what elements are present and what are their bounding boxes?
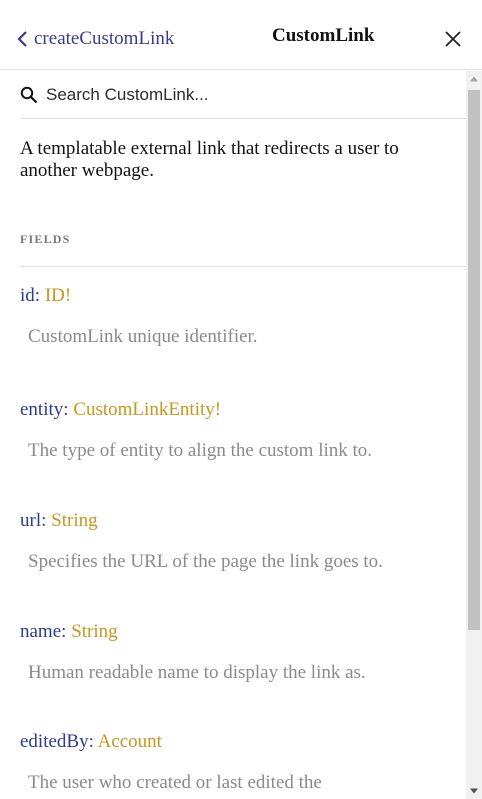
field-type-link[interactable]: CustomLinkEntity [73,399,214,420]
scroll-up-button[interactable] [466,71,482,87]
field-item: url: String Specifies the URL of the pag… [20,510,460,573]
scrollbar-thumb[interactable] [468,90,480,630]
non-null-marker: ! [214,399,222,420]
field-name[interactable]: url [20,510,41,531]
arrow-up-icon [470,76,478,82]
field-signature: editedBy: Account [20,731,162,752]
search-icon [20,86,38,103]
field-type-link[interactable]: String [51,510,97,531]
field-signature: id: ID! [20,285,72,306]
field-type-link[interactable]: Account [98,731,162,752]
search-bar [20,71,466,119]
page-title: CustomLink [272,25,375,46]
field-name[interactable]: name [20,621,61,642]
field-name[interactable]: entity [20,399,63,420]
doc-explorer-header: createCustomLink CustomLink [0,0,482,70]
field-signature: name: String [20,621,118,642]
field-type-link[interactable]: String [71,621,117,642]
field-item: editedBy: Account The user who created o… [20,731,460,794]
scroll-down-button[interactable] [466,783,482,799]
arrow-down-icon [470,788,478,794]
divider [20,266,466,267]
field-signature: entity: CustomLinkEntity! [20,399,222,420]
field-name[interactable]: id [20,285,35,306]
field-description: The user who created or last edited the [28,772,322,793]
field-description: CustomLink unique identifier. [28,326,258,347]
field-type-link[interactable]: ID [45,285,65,306]
back-button[interactable]: createCustomLink [16,24,174,54]
close-icon [445,31,461,47]
non-null-marker: ! [64,285,72,306]
field-description: Human readable name to display the link … [28,662,366,683]
field-item: name: String Human readable name to disp… [20,621,460,684]
field-item: entity: CustomLinkEntity! The type of en… [20,399,460,462]
field-description: The type of entity to align the custom l… [28,440,373,461]
type-description: A templatable external link that redirec… [20,138,399,181]
scrollbar[interactable] [466,71,482,799]
field-name[interactable]: editedBy [20,731,89,752]
close-button[interactable] [440,26,466,52]
fields-heading: FIELDS [20,232,71,246]
field-signature: url: String [20,510,98,531]
doc-explorer-content: A templatable external link that redirec… [0,71,466,799]
back-button-label[interactable]: createCustomLink [34,28,174,50]
chevron-left-icon [17,31,27,47]
field-description: Specifies the URL of the page the link g… [28,551,383,572]
field-item: id: ID! CustomLink unique identifier. [20,285,460,348]
search-input[interactable] [46,84,426,105]
